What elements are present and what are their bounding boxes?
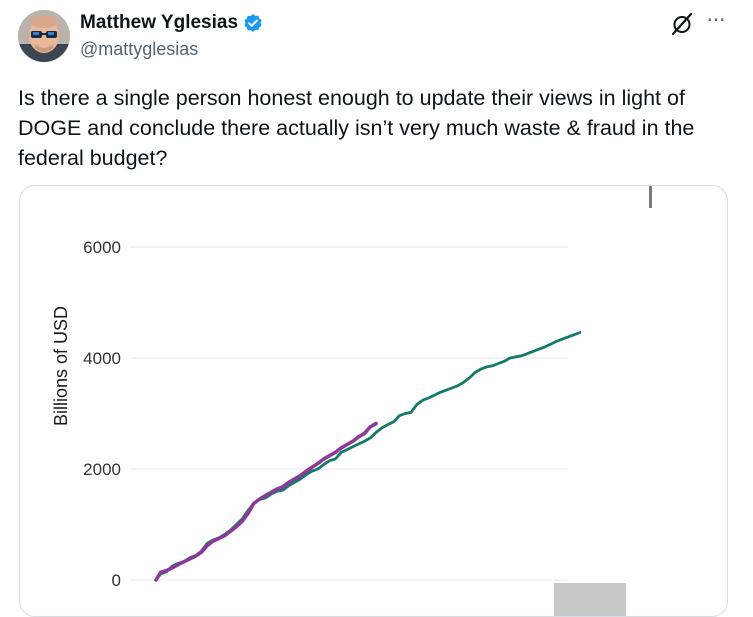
more-horizontal-icon: ··· [706,8,726,32]
author-handle[interactable]: @mattyglesias [80,39,198,60]
avatar[interactable] [18,10,70,62]
series-line-purple [154,421,378,582]
y-tick-label: 4000 [83,349,121,368]
line-chart: 6000 4000 2000 0 Billions of USD [51,186,652,616]
grok-button[interactable] [670,12,694,36]
y-tick-label: 0 [112,571,121,590]
avatar-photo [18,10,70,62]
series-line-green [154,331,582,582]
author-name-row[interactable]: Matthew Yglesias [80,12,263,34]
author-display-name[interactable]: Matthew Yglesias [80,12,238,34]
y-tick-label: 6000 [83,238,121,257]
grok-slash-icon [671,12,693,36]
more-options-button[interactable]: ··· [703,9,729,35]
verified-badge-icon [244,14,262,32]
tweet-text: Is there a single person honest enough t… [18,86,695,170]
y-tick-label: 2000 [83,460,121,479]
scroll-indicator [649,186,652,208]
media-card[interactable]: 6000 4000 2000 0 Billions of USD [19,185,728,617]
y-axis-label: Billions of USD [51,306,71,426]
